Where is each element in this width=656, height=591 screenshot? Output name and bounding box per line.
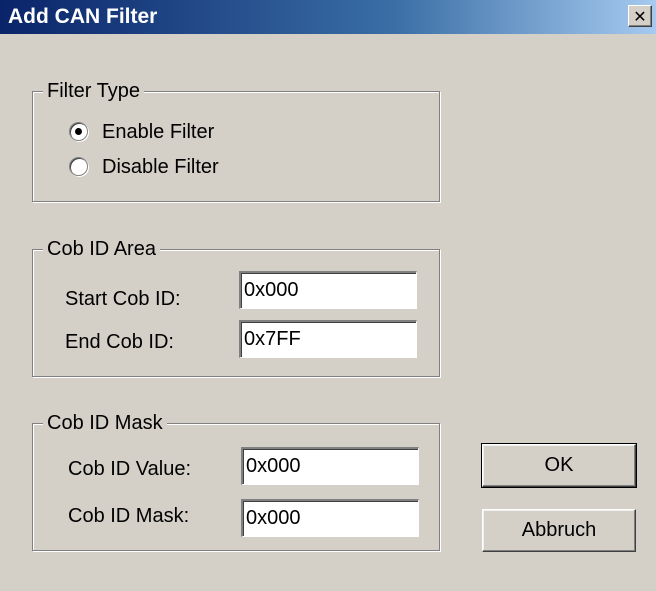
disable-filter-label: Disable Filter [102,156,219,178]
start-cob-id-label: Start Cob ID: [65,288,181,310]
radio-selected-dot [75,128,82,135]
cob-id-area-legend: Cob ID Area [43,236,160,262]
end-cob-id-input[interactable]: 0x7FF [239,320,417,358]
cob-id-value-input[interactable]: 0x000 [241,447,419,485]
close-icon: ✕ [633,7,647,26]
ok-button[interactable]: OK [481,443,637,488]
cob-id-mask-input[interactable]: 0x000 [241,499,419,537]
cob-id-mask-legend: Cob ID Mask [43,410,167,436]
cob-id-area-group: Cob ID Area Start Cob ID: 0x000 End Cob … [32,236,440,377]
enable-filter-label: Enable Filter [102,121,215,143]
cob-id-value-label: Cob ID Value: [68,458,192,480]
title-bar: Add CAN Filter ✕ [0,0,656,34]
close-button[interactable]: ✕ [628,5,652,27]
end-cob-id-label: End Cob ID: [65,331,174,353]
disable-filter-radio[interactable] [69,157,88,176]
filter-type-group: Filter Type Enable Filter Disable Filter [32,78,440,202]
enable-filter-radio[interactable] [69,122,88,141]
filter-type-legend: Filter Type [43,78,144,104]
cancel-button[interactable]: Abbruch [482,509,636,552]
cob-id-mask-label: Cob ID Mask: [68,505,190,527]
window-title: Add CAN Filter [8,5,158,28]
cob-id-mask-group: Cob ID Mask Cob ID Value: 0x000 Cob ID M… [32,410,440,551]
start-cob-id-input[interactable]: 0x000 [239,271,417,309]
